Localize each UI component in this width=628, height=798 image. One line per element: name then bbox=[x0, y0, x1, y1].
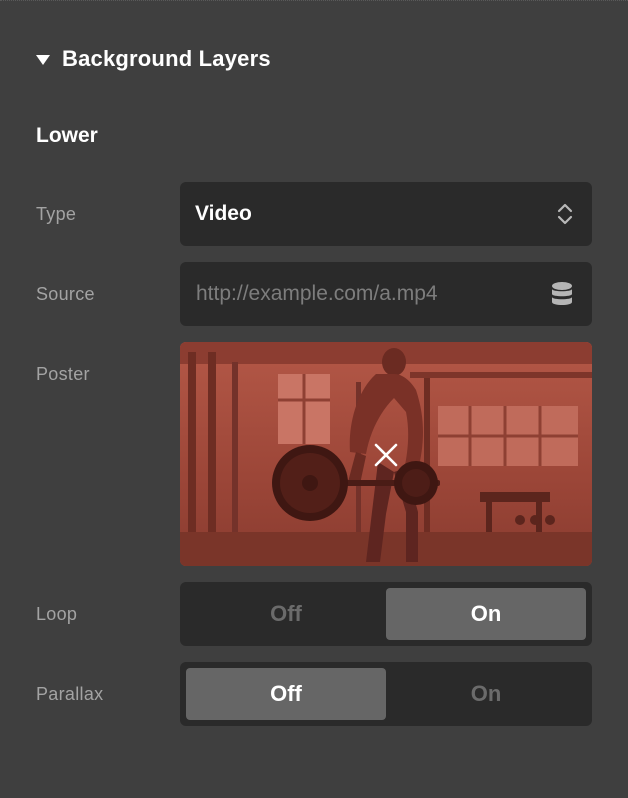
parallax-toggle: Off On bbox=[180, 662, 592, 726]
parallax-on-option[interactable]: On bbox=[386, 668, 586, 720]
source-field bbox=[180, 262, 592, 326]
source-label: Source bbox=[36, 284, 95, 304]
type-label: Type bbox=[36, 204, 77, 224]
parallax-label: Parallax bbox=[36, 684, 104, 704]
database-icon[interactable] bbox=[550, 281, 574, 307]
loop-on-option[interactable]: On bbox=[386, 588, 586, 640]
caret-down-icon[interactable] bbox=[36, 54, 50, 65]
layer-title: Lower bbox=[36, 124, 98, 147]
loop-label: Loop bbox=[36, 604, 78, 624]
close-icon[interactable] bbox=[373, 442, 399, 468]
type-select-value: Video bbox=[195, 202, 252, 225]
background-layers-panel: Background Layers Lower Type Video Sourc… bbox=[0, 0, 628, 798]
poster-image[interactable] bbox=[180, 342, 592, 566]
source-input[interactable] bbox=[180, 262, 540, 326]
parallax-off-option[interactable]: Off bbox=[186, 668, 386, 720]
section-header-background-layers[interactable]: Background Layers bbox=[36, 45, 271, 73]
updown-chevron-icon bbox=[557, 203, 573, 225]
poster-label: Poster bbox=[36, 364, 90, 384]
loop-off-option[interactable]: Off bbox=[186, 588, 386, 640]
loop-toggle: Off On bbox=[180, 582, 592, 646]
section-title: Background Layers bbox=[62, 46, 271, 71]
type-select[interactable]: Video bbox=[180, 182, 592, 246]
